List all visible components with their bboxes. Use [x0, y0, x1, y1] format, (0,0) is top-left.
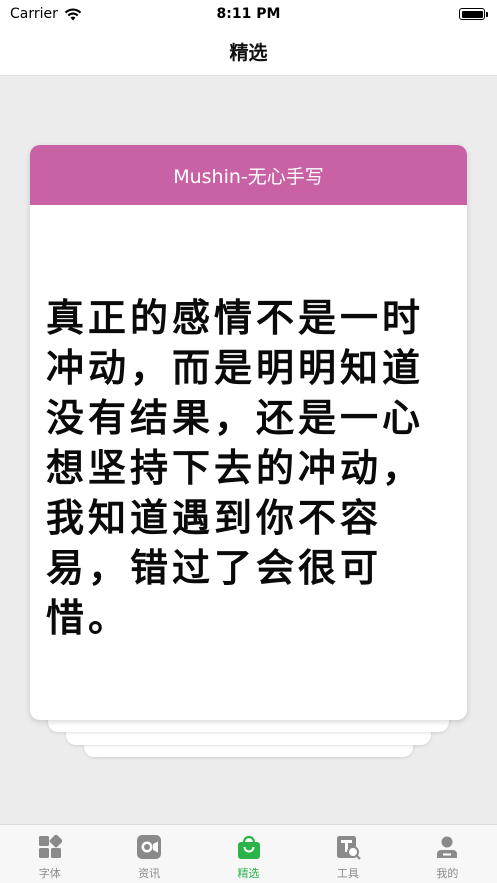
tab-font[interactable]: 字体 [0, 825, 99, 883]
tab-featured[interactable]: 精选 [199, 825, 298, 883]
news-camera-icon [136, 834, 162, 860]
shopping-bag-icon [236, 834, 262, 860]
featured-quote-card[interactable]: Mushin-无心手写 真正的感情不是一时冲动，而是明明知道没有结果，还是一心想… [30, 145, 467, 720]
profile-icon [434, 834, 460, 860]
tab-news-label: 资讯 [138, 867, 161, 880]
tab-font-label: 字体 [38, 867, 61, 880]
card-quote-text: 真正的感情不是一时冲动，而是明明知道没有结果，还是一心想坚持下去的冲动，我知道遇… [46, 296, 425, 640]
tab-bar: 字体 资讯 精选 工具 我的 [0, 824, 497, 883]
carrier-label: Carrier [10, 6, 58, 22]
tab-featured-label: 精选 [237, 867, 260, 880]
card-font-name: Mushin-无心手写 [173, 165, 324, 188]
navigation-bar: 精选 [0, 28, 497, 76]
card-body: 真正的感情不是一时冲动，而是明明知道没有结果，还是一心想坚持下去的冲动，我知道遇… [30, 205, 467, 643]
tab-news[interactable]: 资讯 [99, 825, 198, 883]
status-bar: Carrier 8:11 PM [0, 0, 497, 28]
tab-profile-label: 我的 [436, 867, 459, 880]
font-grid-icon [37, 834, 63, 860]
battery-icon [459, 8, 488, 20]
status-left: Carrier [10, 6, 82, 22]
tab-tools-label: 工具 [336, 867, 359, 880]
tab-tools[interactable]: 工具 [298, 825, 397, 883]
page-title: 精选 [229, 42, 268, 64]
card-header: Mushin-无心手写 [30, 145, 467, 205]
tab-profile[interactable]: 我的 [398, 825, 497, 883]
wifi-icon [64, 8, 82, 20]
tool-search-icon [335, 834, 361, 860]
